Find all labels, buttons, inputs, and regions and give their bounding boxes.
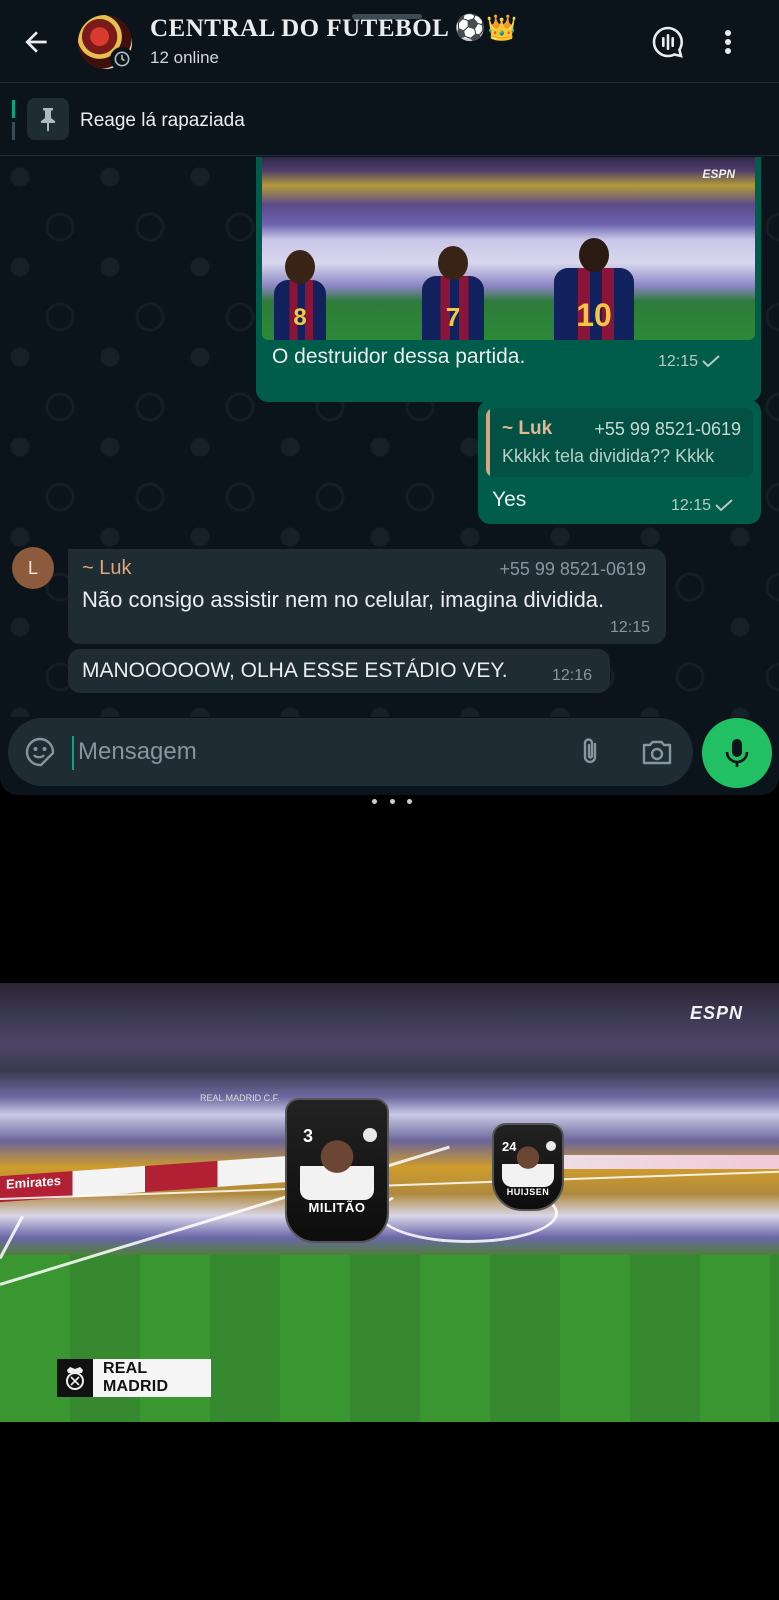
sender-avatar[interactable]: L — [12, 547, 54, 589]
more-options-icon[interactable] — [716, 24, 740, 60]
quoted-message[interactable]: ~ Luk +55 99 8521-0619 Kkkkk tela dividi… — [486, 408, 753, 477]
message-list[interactable]: ESPN 8 7 10 O destruidor dessa partida. … — [0, 157, 779, 717]
team-tag: REAL MADRID — [57, 1359, 211, 1397]
pinned-message-bar[interactable]: Reage lá rapaziada — [0, 84, 779, 156]
stadium-sign: REAL MADRID C.F. — [200, 1093, 280, 1103]
quote-bar — [486, 408, 490, 477]
image-message[interactable]: ESPN 8 7 10 O destruidor dessa partida. … — [256, 157, 761, 402]
attach-icon[interactable] — [574, 736, 606, 768]
message-input[interactable]: Mensagem — [78, 738, 197, 766]
player-photo — [300, 1138, 374, 1200]
pin-icon — [27, 98, 69, 140]
player-figure: 8 — [274, 250, 326, 340]
split-screen-handle[interactable] — [372, 799, 412, 805]
ad-board: Emirates — [0, 1155, 290, 1203]
sent-check-icon — [702, 355, 720, 367]
pinned-indicator — [12, 100, 15, 140]
video-player[interactable]: ESPN REAL MADRID C.F. Emirates 3 MILITÃO… — [0, 983, 779, 1422]
real-madrid-crest-icon — [57, 1359, 94, 1397]
quote-text: Kkkkk tela dividida?? Kkkk — [502, 446, 715, 466]
incoming-message[interactable]: ~ Luk +55 99 8521-0619 Não consigo assis… — [68, 549, 666, 644]
message-caption: O destruidor dessa partida. — [272, 345, 526, 368]
pinned-text: Reage lá rapaziada — [80, 110, 245, 131]
text-cursor — [72, 736, 74, 770]
message-time: 12:15 — [671, 497, 733, 515]
photo-broadcaster-logo: ESPN — [702, 167, 735, 181]
club-crest-icon — [363, 1128, 377, 1142]
voice-chat-icon[interactable] — [650, 24, 686, 60]
group-title[interactable]: CENTRAL DO FUTEBOL ⚽👑 — [150, 14, 518, 43]
back-arrow-icon[interactable] — [20, 26, 52, 58]
message-time: 12:15 — [610, 619, 651, 636]
quote-phone: +55 99 8521-0619 — [594, 419, 741, 439]
message-photo[interactable]: ESPN 8 7 10 — [262, 157, 755, 340]
player-figure: 10 — [554, 238, 634, 340]
voice-message-button[interactable] — [702, 718, 772, 788]
chat-window: CENTRAL DO FUTEBOL ⚽👑 12 online Reage lá… — [0, 0, 779, 795]
message-time: 12:15 — [658, 353, 720, 371]
microphone-icon — [725, 739, 749, 767]
camera-icon[interactable] — [640, 736, 674, 768]
message-composer[interactable]: Mensagem — [8, 718, 693, 786]
club-crest-icon — [546, 1141, 556, 1151]
chat-header: CENTRAL DO FUTEBOL ⚽👑 12 online — [0, 0, 779, 83]
pitch-line — [0, 1215, 24, 1260]
player-card: 3 MILITÃO — [285, 1098, 389, 1243]
player-figure: 7 — [422, 246, 484, 340]
incoming-message[interactable]: MANOOOOOW, OLHA ESSE ESTÁDIO VEY. 12:16 — [68, 649, 610, 693]
message-text: MANOOOOOW, OLHA ESSE ESTÁDIO VEY. — [82, 659, 508, 682]
player-card: 24 HUIJSEN — [492, 1123, 564, 1211]
ad-board — [529, 1155, 779, 1169]
message-text: Não consigo assistir nem no celular, ima… — [82, 587, 605, 612]
online-count: 12 online — [150, 48, 220, 67]
message-text: Yes — [492, 488, 527, 511]
sticker-emoji-icon[interactable] — [24, 736, 56, 768]
player-photo — [502, 1145, 554, 1187]
broadcaster-logo: ESPN — [689, 1003, 743, 1023]
sender-phone: +55 99 8521-0619 — [499, 559, 646, 579]
quote-author: ~ Luk — [502, 418, 553, 439]
message-time: 12:16 — [552, 667, 593, 684]
status-timer-icon — [110, 47, 134, 71]
sent-check-icon — [715, 499, 733, 511]
sender-name[interactable]: ~ Luk — [82, 557, 131, 580]
reply-message[interactable]: ~ Luk +55 99 8521-0619 Kkkkk tela dividi… — [478, 400, 761, 524]
